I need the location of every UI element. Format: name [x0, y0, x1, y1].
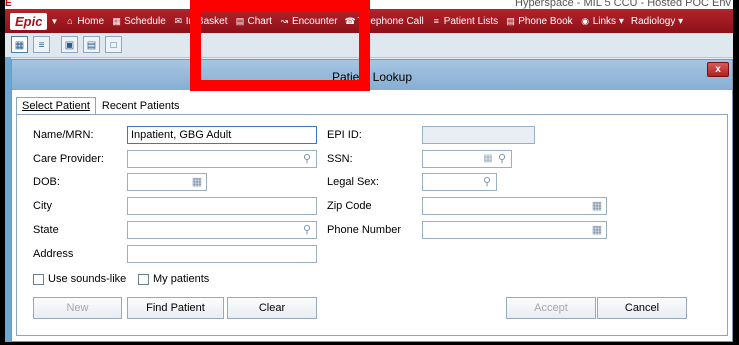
- keypad-icon[interactable]: ▦: [591, 199, 603, 213]
- patient-lookup-dialog: Patient Lookup x Select Patient Recent P…: [11, 59, 733, 342]
- menu-item-label: Encounter: [291, 15, 338, 27]
- calendar-icon: ▦: [112, 16, 121, 26]
- menu-item-links[interactable]: ◉ Links ▾: [580, 16, 624, 27]
- window-titlebar: E Hyperspace - MIL 5 CCU - Hosted POC En…: [5, 0, 733, 9]
- tab-recent-patients[interactable]: Recent Patients: [96, 97, 186, 115]
- menu-item-schedule[interactable]: ▦ Schedule: [111, 15, 166, 27]
- menu-item-label: Telephone Call: [357, 15, 424, 27]
- search-icon[interactable]: ⚲: [496, 152, 508, 166]
- menu-item-telephone-call[interactable]: ☎ Telephone Call: [345, 16, 424, 27]
- keypad-icon[interactable]: ▦: [591, 223, 603, 237]
- tab-select-patient[interactable]: Select Patient: [16, 97, 96, 115]
- legal-sex-label: Legal Sex:: [327, 176, 379, 188]
- menu-item-in-basket[interactable]: ✉ In Basket: [173, 16, 228, 27]
- clear-button[interactable]: Clear: [227, 297, 317, 319]
- menu-item-label: Chart: [247, 15, 272, 27]
- inbox-icon: ✉: [174, 16, 183, 26]
- window-title: Hyperspace - MIL 5 CCU - Hosted POC Env: [515, 0, 731, 9]
- epic-menubar: Epic ▼ ⌂ Home ▦ Schedule ✉ In Basket ▤ Chart…: [5, 9, 733, 33]
- dialog-tabs: Select Patient Recent Patients: [16, 97, 186, 115]
- menu-item-phone-book[interactable]: ▤ Phone Book: [505, 15, 573, 27]
- care-provider-field[interactable]: ⚲: [127, 150, 317, 168]
- sounds-like-checkbox[interactable]: Use sounds-like: [33, 273, 126, 285]
- menu-item-home[interactable]: ⌂ Home: [64, 16, 104, 27]
- menu-item-radiology[interactable]: Radiology ▾: [631, 16, 683, 27]
- zip-code-field[interactable]: ▦: [422, 197, 607, 215]
- chevron-down-icon: ▾: [678, 15, 684, 27]
- epic-logo-button[interactable]: Epic: [10, 12, 48, 30]
- window-icon[interactable]: ▣: [61, 36, 78, 53]
- chevron-down-icon: ▾: [618, 15, 624, 27]
- folder-icon: ▤: [235, 16, 245, 26]
- menu-item-label: Radiology: [630, 15, 676, 27]
- city-field[interactable]: [127, 197, 317, 215]
- dialog-title: Patient Lookup: [12, 60, 732, 90]
- menu-item-label: Schedule: [124, 15, 166, 27]
- menu-item-chart[interactable]: ▤ Chart: [234, 15, 272, 27]
- menu-item-label: Patient Lists: [443, 15, 499, 27]
- select-patient-panel: Name/MRN: Care Provider: DOB: City State…: [16, 114, 728, 336]
- sounds-like-label: Use sounds-like: [48, 273, 127, 285]
- phone-icon: ☎: [344, 16, 356, 26]
- ssn-label: SSN:: [327, 153, 353, 165]
- checkbox-box[interactable]: [138, 273, 149, 285]
- hyperspace-window: E Hyperspace - MIL 5 CCU - Hosted POC En…: [5, 0, 733, 342]
- checkbox-box[interactable]: [33, 273, 44, 285]
- state-label: State: [33, 224, 59, 236]
- search-icon[interactable]: ⚲: [301, 223, 313, 237]
- globe-icon: ◉: [581, 16, 590, 26]
- care-provider-label: Care Provider:: [33, 153, 104, 165]
- list-icon[interactable]: ≡: [33, 36, 50, 53]
- ssn-field[interactable]: ▦ ⚲: [422, 150, 512, 168]
- menu-item-encounter[interactable]: ↝ Encounter: [279, 16, 338, 27]
- layout-icon[interactable]: ▤: [83, 36, 100, 53]
- my-patients-label: My patients: [153, 273, 210, 285]
- keypad-icon[interactable]: ▦: [482, 152, 494, 166]
- name-mrn-value: Inpatient, GBG Adult: [131, 129, 232, 141]
- search-icon[interactable]: ⚲: [481, 175, 493, 189]
- phone-number-label: Phone Number: [327, 224, 401, 236]
- search-icon[interactable]: ⚲: [301, 152, 313, 166]
- dob-field[interactable]: ▦: [127, 173, 207, 191]
- phone-number-field[interactable]: ▦: [422, 221, 607, 239]
- calendar-icon[interactable]: ▦: [11, 36, 28, 53]
- find-patient-button[interactable]: Find Patient: [127, 297, 224, 319]
- calendar-icon[interactable]: ▦: [191, 175, 203, 189]
- menu-item-label: Home: [77, 15, 105, 27]
- menu-item-patient-lists[interactable]: ≡ Patient Lists: [431, 15, 499, 27]
- epi-id-label: EPI ID:: [327, 129, 362, 141]
- tab-label: Select Patient: [22, 100, 90, 112]
- tab-label: Recent Patients: [101, 100, 180, 112]
- my-patients-checkbox[interactable]: My patients: [138, 273, 209, 285]
- cancel-button[interactable]: Cancel: [597, 297, 687, 319]
- legal-sex-field[interactable]: ⚲: [422, 173, 497, 191]
- epi-id-field[interactable]: [422, 126, 535, 144]
- accept-button[interactable]: Accept: [506, 297, 596, 319]
- book-icon: ▤: [506, 16, 515, 26]
- menu-item-label: In Basket: [185, 15, 228, 27]
- name-mrn-field[interactable]: Inpatient, GBG Adult: [127, 126, 317, 144]
- name-mrn-label: Name/MRN:: [33, 129, 94, 141]
- zip-code-label: Zip Code: [327, 200, 372, 212]
- activity-toolbar: ▦ ≡ ▣ ▤ □: [5, 33, 733, 58]
- menu-item-label: Links: [592, 15, 617, 27]
- list-icon: ≡: [433, 16, 439, 26]
- dob-label: DOB:: [33, 176, 60, 188]
- close-button[interactable]: x: [707, 62, 729, 77]
- menu-item-label: Phone Book: [518, 15, 573, 27]
- address-field[interactable]: [127, 245, 317, 263]
- home-icon: ⌂: [67, 16, 73, 26]
- new-button[interactable]: New: [33, 297, 122, 319]
- state-field[interactable]: ⚲: [127, 221, 317, 239]
- city-label: City: [33, 200, 52, 212]
- address-label: Address: [33, 248, 74, 260]
- chat-icon[interactable]: □: [105, 36, 122, 53]
- encounter-icon: ↝: [280, 16, 289, 26]
- chevron-down-icon[interactable]: ▼: [50, 17, 58, 26]
- app-marker: E: [5, 0, 12, 9]
